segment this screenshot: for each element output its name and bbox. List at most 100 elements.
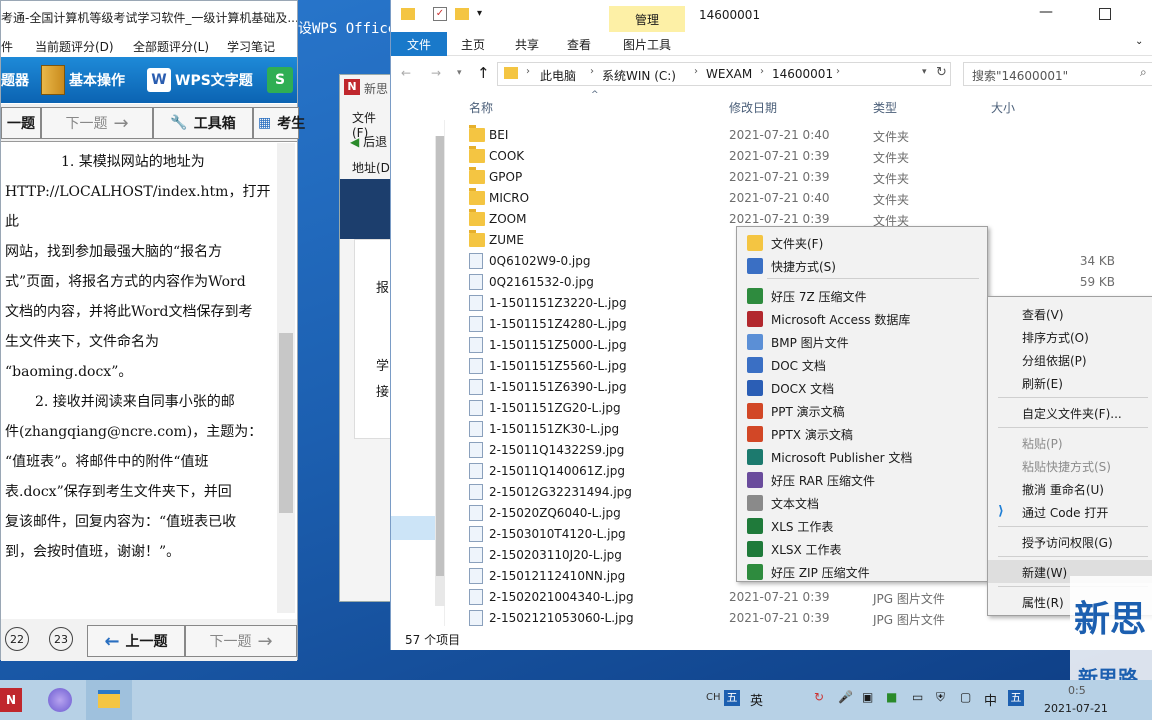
ime-english[interactable]: 英 xyxy=(750,690,763,709)
new-publisher-item[interactable]: Microsoft Publisher 文档 xyxy=(737,445,987,468)
toolbar-words-button[interactable]: 题器 xyxy=(1,65,29,95)
tab-home[interactable]: 主页 xyxy=(461,36,485,53)
minimize-icon[interactable]: — xyxy=(1039,4,1053,20)
file-row[interactable]: BEI 2021-07-21 0:40 文件夹 xyxy=(445,125,1145,146)
assistant-taskbar-icon[interactable] xyxy=(48,688,72,712)
new-text-doc-item[interactable]: 文本文档 xyxy=(737,491,987,514)
address-bar[interactable]: › 此电脑 › 系统WIN (C:) › WEXAM › 14600001 › … xyxy=(497,62,951,86)
menu-item-view[interactable]: 查看(V) xyxy=(988,302,1152,325)
new-docx-item[interactable]: DOCX 文档 xyxy=(737,376,987,399)
menu-item-paste-shortcut[interactable]: 粘贴快捷方式(S) xyxy=(988,454,1152,477)
column-size[interactable]: 大小 xyxy=(991,99,1015,116)
new-folder-item[interactable]: 文件夹(F) xyxy=(737,231,987,254)
menu-item-refresh[interactable]: 刷新(E) xyxy=(988,371,1152,394)
browser-window: N 新思 文件(F) ◀ 后退 地址(D 报 学 接 xyxy=(339,74,392,602)
new-bmp-image-item[interactable]: BMP 图片文件 xyxy=(737,330,987,353)
new-ppt-item[interactable]: PPT 演示文稿 xyxy=(737,399,987,422)
new-xlsx-item[interactable]: XLSX 工作表 xyxy=(737,537,987,560)
explorer-taskbar-button[interactable] xyxy=(86,680,132,720)
refresh-icon[interactable]: ↻ xyxy=(936,65,947,80)
column-type[interactable]: 类型 xyxy=(873,99,897,116)
bottom-next-button[interactable]: 下一题 → xyxy=(185,625,297,657)
screenshot-icon[interactable]: ▣ xyxy=(862,690,873,704)
next-question-button[interactable]: 下一题 → xyxy=(41,107,153,139)
menu-item-label: 自定义文件夹(F)... xyxy=(1022,407,1122,421)
quick-access-dropdown-icon[interactable]: ▾ xyxy=(477,8,482,19)
menu-item-customize-folder[interactable]: 自定义文件夹(F)... xyxy=(988,401,1152,424)
maximize-icon[interactable] xyxy=(1099,8,1111,20)
exam-folder-button[interactable]: ▦ 考生 xyxy=(253,107,305,139)
tab-picture-tools[interactable]: 图片工具 xyxy=(623,36,671,53)
toolbar-basic-button[interactable]: 基本操作 xyxy=(41,65,125,95)
menu-item-give-access[interactable]: 授予访问权限(G) xyxy=(988,530,1152,553)
manage-context-tab[interactable]: 管理 xyxy=(609,6,685,32)
breadcrumb-folder[interactable]: 14600001 xyxy=(772,67,833,81)
new-zip-archive-item[interactable]: 好压 ZIP 压缩文件 xyxy=(737,560,987,583)
new-doc-item[interactable]: DOC 文档 xyxy=(737,353,987,376)
breadcrumb-drive[interactable]: 系统WIN (C:) xyxy=(602,67,676,84)
breadcrumb-wexam[interactable]: WEXAM xyxy=(706,67,752,81)
file-row[interactable]: MICRO 2021-07-21 0:40 文件夹 xyxy=(445,188,1145,209)
ime-ch[interactable]: CH xyxy=(706,692,721,703)
menu-file[interactable]: 件 xyxy=(1,38,13,55)
tab-share[interactable]: 共享 xyxy=(515,36,539,53)
sync-icon[interactable]: ↻ xyxy=(814,690,824,704)
file-date: 2021-07-21 0:39 xyxy=(729,212,830,226)
forward-arrow-icon[interactable]: → xyxy=(431,66,441,80)
file-row[interactable]: COOK 2021-07-21 0:39 文件夹 xyxy=(445,146,1145,167)
address-dropdown-icon[interactable]: ▾ xyxy=(922,67,927,77)
up-arrow-icon[interactable]: ↑ xyxy=(477,64,490,82)
menu-item-open-with-code[interactable]: ⟩ 通过 Code 打开 xyxy=(988,500,1152,523)
new-rar-archive-item[interactable]: 好压 RAR 压缩文件 xyxy=(737,468,987,491)
ime-chinese[interactable]: 中 xyxy=(984,690,997,709)
ppt-icon xyxy=(747,403,763,419)
toolbar-sheet-button[interactable]: S xyxy=(267,65,293,95)
microphone-icon[interactable]: 🎤 xyxy=(838,690,853,704)
new-folder-icon[interactable] xyxy=(455,8,469,20)
new-xls-item[interactable]: XLS 工作表 xyxy=(737,514,987,537)
column-date[interactable]: 修改日期 xyxy=(729,99,777,116)
recent-dropdown-icon[interactable]: ▾ xyxy=(457,68,462,78)
breadcrumb-this-pc[interactable]: 此电脑 xyxy=(540,67,576,84)
app-n-taskbar-icon[interactable]: N xyxy=(0,688,22,712)
question-scrollbar[interactable] xyxy=(277,143,295,613)
display-icon[interactable]: ▭ xyxy=(912,690,923,704)
tab-file[interactable]: 文件 xyxy=(391,32,447,56)
ribbon-expand-icon[interactable]: ⌄ xyxy=(1135,36,1143,47)
properties-icon[interactable]: ✓ xyxy=(433,7,447,21)
new-7z-archive-item[interactable]: 好压 7Z 压缩文件 xyxy=(737,284,987,307)
clock-time[interactable]: 0:5 xyxy=(1068,684,1086,697)
security-icon[interactable]: ⛨ xyxy=(936,690,945,705)
bottom-prev-button[interactable]: ← 上一题 xyxy=(87,625,185,657)
new-shortcut-item[interactable]: 快捷方式(S) xyxy=(737,254,987,277)
toolbar-wps-button[interactable]: W WPS文字题 xyxy=(147,65,253,95)
menu-score-all[interactable]: 全部题评分(L) xyxy=(133,38,209,55)
column-name[interactable]: 名称 xyxy=(469,99,493,116)
new-pptx-item[interactable]: PPTX 演示文稿 xyxy=(737,422,987,445)
menu-item-group-by[interactable]: 分组依据(P) xyxy=(988,348,1152,371)
nvidia-icon[interactable]: ■ xyxy=(886,690,897,704)
search-input[interactable]: 搜索"14600001" ⌕ xyxy=(963,62,1152,86)
file-row[interactable]: GPOP 2021-07-21 0:39 文件夹 xyxy=(445,167,1145,188)
clock-date[interactable]: 2021-07-21 xyxy=(1044,702,1108,715)
question-number-23[interactable]: 23 xyxy=(49,627,73,651)
prev-question-button[interactable]: 一题 xyxy=(1,107,41,139)
menu-score-current[interactable]: 当前题评分(D) xyxy=(35,38,114,55)
question-number-22[interactable]: 22 xyxy=(5,627,29,651)
browser-back-button[interactable]: ◀ 后退 xyxy=(350,133,387,150)
toolbox-button[interactable]: 🔧 工具箱 xyxy=(153,107,253,139)
new-access-db-item[interactable]: Microsoft Access 数据库 xyxy=(737,307,987,330)
ime-wubi-tray[interactable]: 五 xyxy=(1008,690,1024,706)
menu-item-undo-rename[interactable]: 撤消 重命名(U) xyxy=(988,477,1152,500)
scrollbar-thumb[interactable] xyxy=(279,333,293,513)
tab-view[interactable]: 查看 xyxy=(567,36,591,53)
shortcut-icon xyxy=(747,258,763,274)
chevron-right-icon: › xyxy=(760,66,764,77)
back-arrow-icon[interactable]: ← xyxy=(401,66,411,80)
menu-notes[interactable]: 学习笔记 xyxy=(227,38,275,55)
watermark-logo: 新思 新思路 xyxy=(1070,576,1152,690)
menu-item-sort-by[interactable]: 排序方式(O) xyxy=(988,325,1152,348)
menu-item-paste[interactable]: 粘贴(P) xyxy=(988,431,1152,454)
network-icon[interactable]: ▢ xyxy=(960,690,971,704)
ime-wubi[interactable]: 五 xyxy=(724,690,740,706)
